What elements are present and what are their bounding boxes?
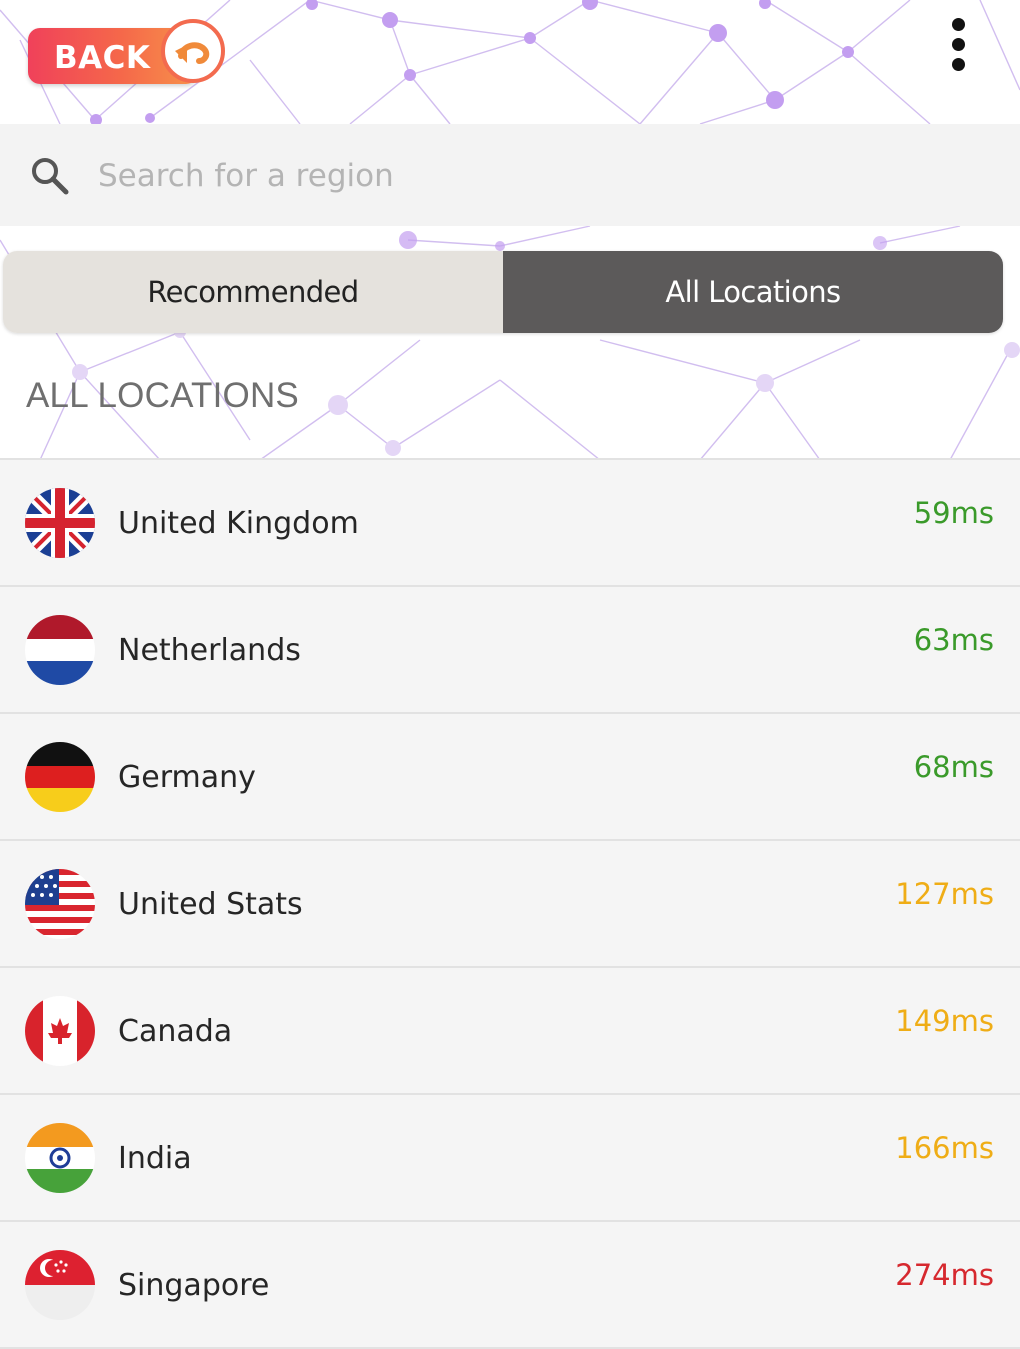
location-row-singapore[interactable]: Singapore 274ms — [0, 1222, 1020, 1349]
location-ping: 149ms — [895, 1004, 994, 1038]
location-name: Germany — [118, 760, 256, 795]
vertical-dots-icon-dot — [951, 58, 965, 71]
location-row-united-stats[interactable]: United Stats 127ms — [0, 841, 1020, 968]
location-ping: 63ms — [913, 623, 994, 657]
location-name: United Stats — [118, 887, 303, 922]
location-row-united-kingdom[interactable]: United Kingdom 59ms — [0, 460, 1020, 587]
search-input[interactable] — [96, 150, 980, 202]
location-name: United Kingdom — [118, 506, 359, 541]
top-bar: BACK — [0, 0, 1020, 124]
location-row-netherlands[interactable]: Netherlands 63ms — [0, 587, 1020, 714]
usa-flag-icon — [25, 869, 95, 939]
more-options-button[interactable] — [938, 18, 978, 78]
germany-flag-icon — [25, 742, 95, 812]
location-ping: 59ms — [913, 496, 994, 530]
singapore-flag-icon — [25, 1250, 95, 1320]
back-button-label: BACK — [54, 40, 151, 76]
location-name: Canada — [118, 1014, 233, 1049]
vertical-dots-icon-dot — [951, 38, 965, 51]
location-row-india[interactable]: India 166ms — [0, 1095, 1020, 1222]
section-title: ALL LOCATIONS — [26, 376, 299, 415]
location-ping: 127ms — [895, 877, 994, 911]
uk-flag-icon — [25, 488, 95, 558]
location-name: Singapore — [118, 1268, 270, 1303]
undo-arrow-icon — [161, 19, 225, 83]
location-row-canada[interactable]: Canada 149ms — [0, 968, 1020, 1095]
location-row-germany[interactable]: Germany 68ms — [0, 714, 1020, 841]
vertical-dots-icon — [951, 18, 965, 31]
location-tabs: Recommended All Locations — [3, 251, 1003, 333]
tab-all-locations[interactable]: All Locations — [503, 251, 1003, 333]
search-icon — [32, 158, 69, 195]
canada-flag-icon — [25, 996, 95, 1066]
location-list: United Kingdom 59ms Netherlands 63ms Ger… — [0, 458, 1020, 1349]
back-button[interactable]: BACK — [28, 19, 228, 86]
location-ping: 274ms — [895, 1258, 994, 1292]
location-ping: 68ms — [913, 750, 994, 784]
india-flag-icon — [25, 1123, 95, 1193]
tab-recommended[interactable]: Recommended — [3, 251, 503, 333]
location-name: India — [118, 1141, 192, 1176]
netherlands-flag-icon — [25, 615, 95, 685]
location-name: Netherlands — [118, 633, 301, 668]
location-ping: 166ms — [895, 1131, 994, 1165]
